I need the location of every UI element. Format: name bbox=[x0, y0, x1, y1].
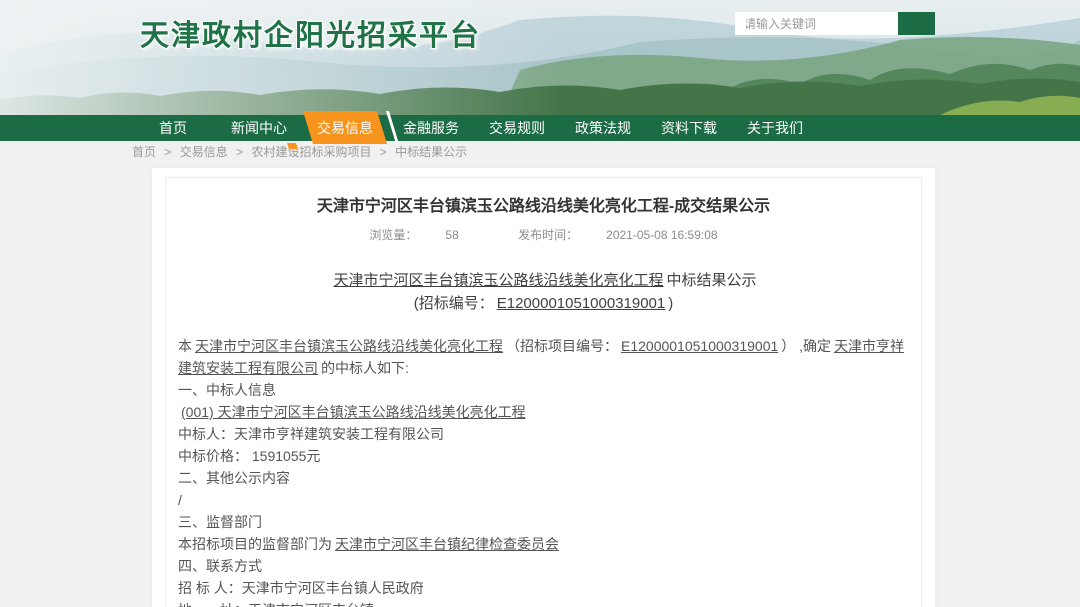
breadcrumb-separator: > bbox=[236, 145, 243, 159]
page: 天津政村企阳光招采平台 首页 新闻中心 交易信息 金融服务 交易规则 政策法规 … bbox=[0, 0, 1080, 607]
project-name: 天津市宁河区丰台镇滨玉公路线沿线美化亮化工程 bbox=[333, 272, 663, 289]
search-bar bbox=[735, 12, 935, 35]
nav-item-policy[interactable]: 政策法规 bbox=[560, 115, 646, 141]
breadcrumb-separator: > bbox=[380, 145, 387, 159]
search-button[interactable] bbox=[898, 12, 935, 35]
section-4-title: 四、联系方式 bbox=[178, 555, 909, 577]
document-heading: 天津市宁河区丰台镇滨玉公路线沿线美化亮化工程中标结果公示 bbox=[178, 269, 909, 292]
section-2-content: / bbox=[178, 489, 909, 511]
hero-banner: 天津政村企阳光招采平台 bbox=[0, 0, 1080, 115]
article-meta: 浏览量：58 发布时间：2021-05-08 16:59:08 bbox=[178, 226, 909, 243]
nav-item-trade-rules[interactable]: 交易规则 bbox=[474, 115, 560, 141]
breadcrumb-current: 中标结果公示 bbox=[395, 145, 467, 159]
breadcrumb-home[interactable]: 首页 bbox=[132, 145, 156, 159]
nav-item-trade-info[interactable]: 交易信息 bbox=[302, 115, 388, 141]
nav-item-downloads[interactable]: 资料下载 bbox=[646, 115, 732, 141]
article-container: 天津市宁河区丰台镇滨玉公路线沿线美化亮化工程-成交结果公示 浏览量：58 发布时… bbox=[165, 177, 922, 607]
address-line: 地 址：天津市宁河区丰台镇 bbox=[178, 599, 909, 607]
nav-item-home[interactable]: 首页 bbox=[130, 115, 216, 141]
site-title: 天津政村企阳光招采平台 bbox=[140, 12, 481, 54]
supervision-department: 天津市宁河区丰台镇纪律检查委员会 bbox=[335, 536, 559, 552]
nav-item-about[interactable]: 关于我们 bbox=[732, 115, 818, 141]
project-code: E1200001051000319001 bbox=[621, 338, 778, 354]
views-counter: 浏览量：58 bbox=[355, 228, 472, 242]
section-2-title: 二、其他公示内容 bbox=[178, 467, 909, 489]
breadcrumb-separator: > bbox=[164, 145, 171, 159]
article-title: 天津市宁河区丰台镇滨玉公路线沿线美化亮化工程-成交结果公示 bbox=[178, 196, 909, 218]
bidder-line: 招 标 人：天津市宁河区丰台镇人民政府 bbox=[178, 577, 909, 599]
search-input[interactable] bbox=[735, 12, 898, 35]
breadcrumb-trade-info[interactable]: 交易信息 bbox=[180, 145, 228, 159]
winner-line: 中标人：天津市亨祥建筑安装工程有限公司 bbox=[178, 423, 909, 445]
bid-number: E1200001051000319001 bbox=[497, 295, 666, 312]
main-nav: 首页 新闻中心 交易信息 金融服务 交易规则 政策法规 资料下载 关于我们 bbox=[0, 115, 1080, 141]
publish-time: 发布时间：2021-05-08 16:59:08 bbox=[504, 228, 731, 242]
section-1-item: (001) 天津市宁河区丰台镇滨玉公路线沿线美化亮化工程 bbox=[178, 401, 909, 423]
breadcrumb: 首页 > 交易信息 > 农村建设招标采购项目 > 中标结果公示 bbox=[132, 141, 467, 163]
content-panel: 天津市宁河区丰台镇滨玉公路线沿线美化亮化工程-成交结果公示 浏览量：58 发布时… bbox=[152, 168, 935, 607]
project-name: 天津市宁河区丰台镇滨玉公路线沿线美化亮化工程 bbox=[195, 338, 503, 354]
section-1-title: 一、中标人信息 bbox=[178, 379, 909, 401]
active-tab-corner bbox=[287, 143, 298, 149]
price-line: 中标价格： 1591055元 bbox=[178, 445, 909, 467]
breadcrumb-rural-projects[interactable]: 农村建设招标采购项目 bbox=[251, 145, 371, 159]
nav-item-news[interactable]: 新闻中心 bbox=[216, 115, 302, 141]
intro-paragraph: 本天津市宁河区丰台镇滨玉公路线沿线美化亮化工程（招标项目编号：E12000010… bbox=[178, 335, 909, 379]
supervisor-line: 本招标项目的监督部门为天津市宁河区丰台镇纪律检查委员会 bbox=[178, 533, 909, 555]
article-body: 本天津市宁河区丰台镇滨玉公路线沿线美化亮化工程（招标项目编号：E12000010… bbox=[178, 335, 909, 607]
nav-item-finance[interactable]: 金融服务 bbox=[388, 115, 474, 141]
section-3-title: 三、监督部门 bbox=[178, 511, 909, 533]
bid-number-line: (招标编号：E1200001051000319001) bbox=[178, 292, 909, 315]
